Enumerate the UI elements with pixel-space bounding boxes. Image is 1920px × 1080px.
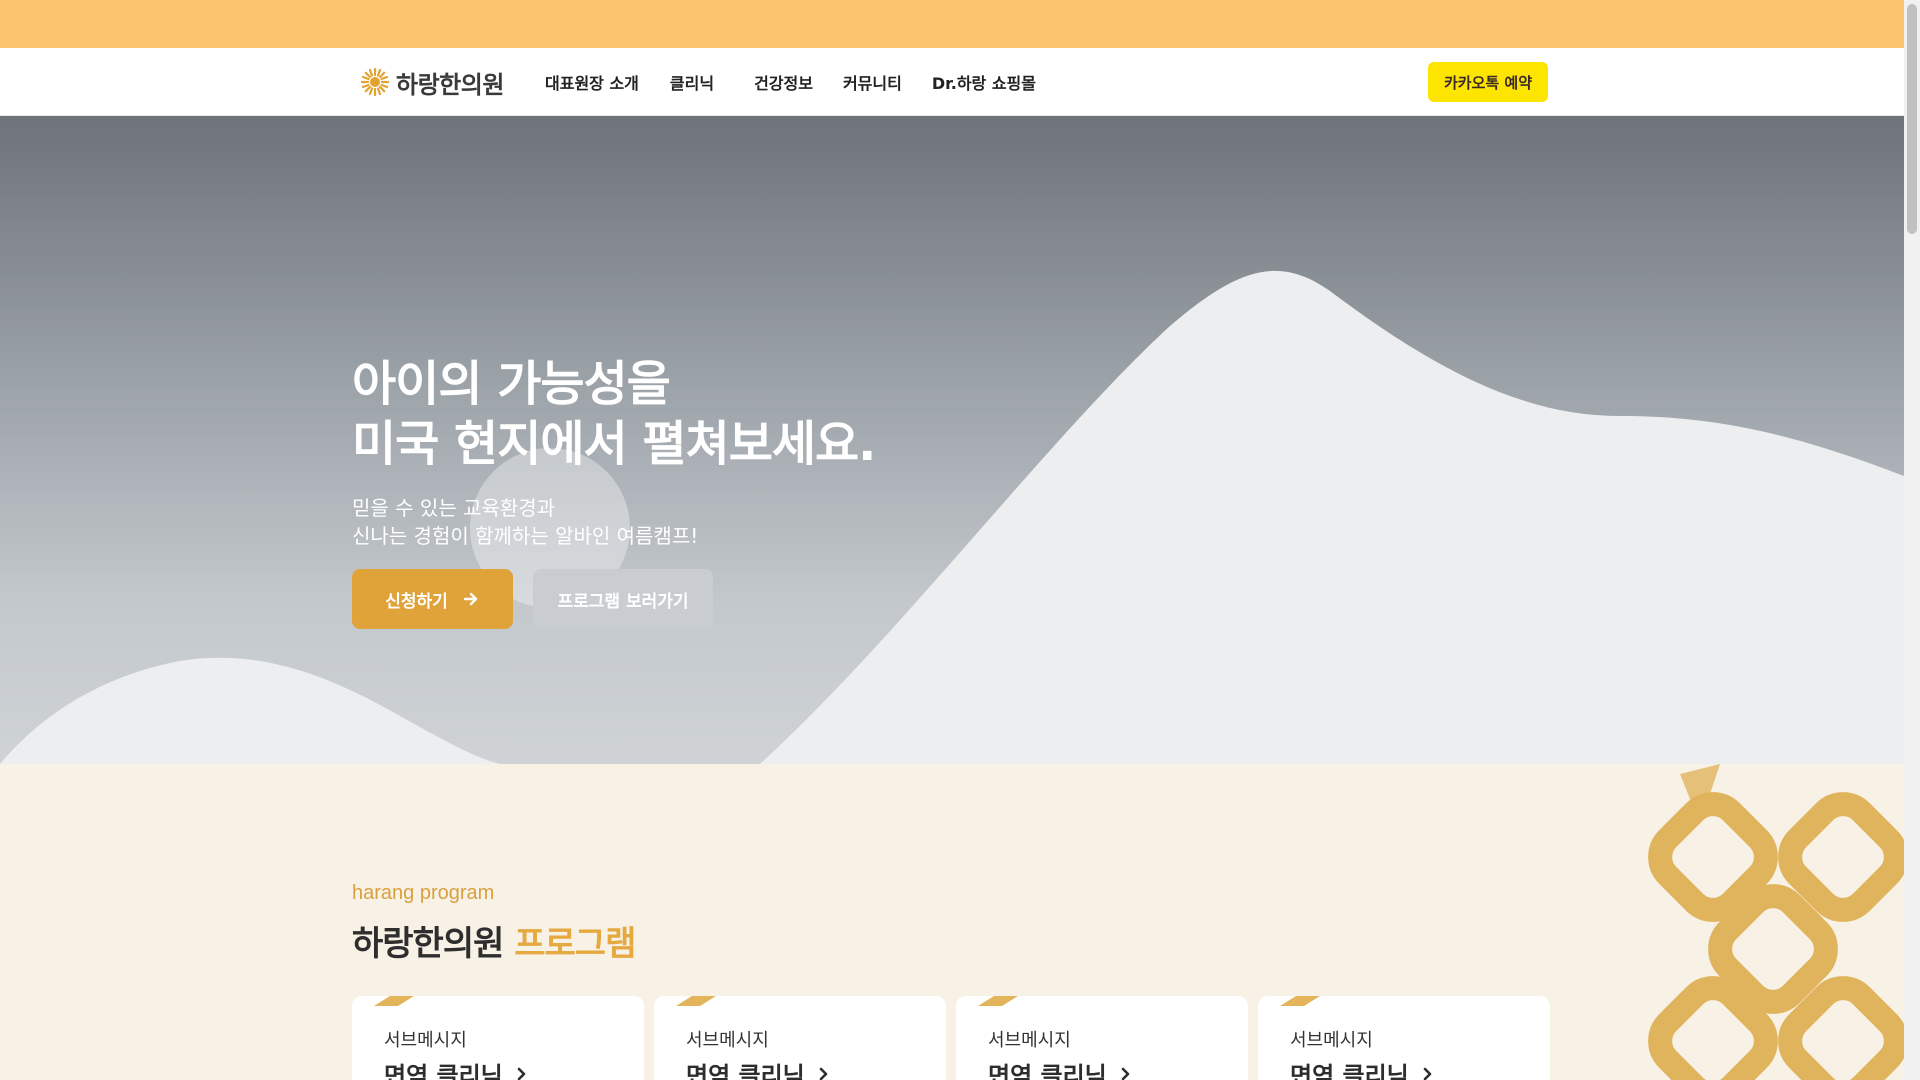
card-subtitle: 서브메시지 — [686, 1030, 769, 1051]
card-tab-decoration — [676, 996, 716, 1006]
site-header: 하랑한의원 대표원장 소개 클리닉 건강정보 커뮤니티 Dr.하랑 쇼핑몰 카카… — [0, 48, 1904, 116]
section-title: 하랑한의원 프로그램 — [352, 916, 636, 965]
card-title: 면역 클리닉 — [384, 1056, 527, 1080]
logo[interactable]: 하랑한의원 — [360, 64, 504, 100]
section-kicker: harang program — [352, 882, 495, 904]
card-title-text: 면역 클리닉 — [686, 1062, 805, 1080]
hero-title: 아이의 가능성을 미국 현지에서 펼쳐보세요. — [352, 354, 876, 474]
program-card[interactable]: 서브메시지 면역 클리닉 — [1258, 996, 1550, 1080]
apply-button-label: 신청하기 — [385, 591, 448, 612]
hero-sub-line1: 믿을 수 있는 교육환경과 — [352, 496, 556, 520]
section-title-main: 하랑한의원 — [352, 924, 504, 964]
sunflower-logo-icon — [360, 67, 390, 97]
program-card-list: 서브메시지 면역 클리닉 서브메시지 면역 클리닉 서브메시지 면역 클리닉 서… — [352, 996, 1550, 1080]
hero-title-line2: 미국 현지에서 펼쳐보세요. — [352, 416, 876, 472]
top-banner — [0, 0, 1904, 48]
chevron-right-icon — [1423, 1067, 1432, 1080]
nav-item-shopping-mall[interactable]: Dr.하랑 쇼핑몰 — [932, 70, 1036, 94]
kakao-reservation-button[interactable]: 카카오톡 예약 — [1428, 62, 1548, 102]
section-title-accent: 프로그램 — [514, 924, 636, 964]
scrollbar-thumb[interactable] — [1907, 4, 1917, 234]
card-title: 면역 클리닉 — [1290, 1056, 1433, 1080]
nav-item-clinic[interactable]: 클리닉 — [670, 70, 714, 94]
chevron-right-icon — [819, 1067, 828, 1080]
main-nav: 대표원장 소개 클리닉 건강정보 커뮤니티 Dr.하랑 쇼핑몰 — [545, 70, 1036, 94]
card-title: 면역 클리닉 — [686, 1056, 829, 1080]
chevron-right-icon — [1121, 1067, 1130, 1080]
card-title-text: 면역 클리닉 — [988, 1062, 1107, 1080]
card-title: 면역 클리닉 — [988, 1056, 1131, 1080]
card-tab-decoration — [1280, 996, 1320, 1006]
chevron-right-icon — [517, 1067, 526, 1080]
program-section: harang program 하랑한의원 프로그램 서브메시지 면역 클리닉 서… — [0, 764, 1904, 1080]
hero-title-line1: 아이의 가능성을 — [352, 356, 671, 412]
apply-button[interactable]: 신청하기 — [352, 569, 513, 629]
arrow-right-icon — [463, 592, 477, 606]
page-scrollbar[interactable] — [1904, 0, 1920, 1080]
card-title-text: 면역 클리닉 — [384, 1062, 503, 1080]
nav-item-health-info[interactable]: 건강정보 — [754, 70, 813, 94]
hero-subtitle: 믿을 수 있는 교육환경과 신나는 경험이 함께하는 알바인 여름캠프! — [352, 494, 698, 550]
card-subtitle: 서브메시지 — [1290, 1030, 1373, 1051]
hero-sub-line2: 신나는 경험이 함께하는 알바인 여름캠프! — [352, 524, 699, 548]
card-subtitle: 서브메시지 — [384, 1030, 467, 1051]
view-program-button[interactable]: 프로그램 보러가기 — [533, 569, 713, 629]
hero-banner: 아이의 가능성을 미국 현지에서 펼쳐보세요. 믿을 수 있는 교육환경과 신나… — [0, 116, 1904, 764]
program-card[interactable]: 서브메시지 면역 클리닉 — [352, 996, 644, 1080]
program-card[interactable]: 서브메시지 면역 클리닉 — [654, 996, 946, 1080]
card-tab-decoration — [978, 996, 1018, 1006]
logo-text: 하랑한의원 — [396, 70, 504, 99]
card-tab-decoration — [374, 996, 414, 1006]
card-title-text: 면역 클리닉 — [1290, 1062, 1409, 1080]
card-subtitle: 서브메시지 — [988, 1030, 1071, 1051]
program-card[interactable]: 서브메시지 면역 클리닉 — [956, 996, 1248, 1080]
hero-background — [0, 270, 1904, 764]
nav-item-community[interactable]: 커뮤니티 — [843, 70, 902, 94]
nav-item-director[interactable]: 대표원장 소개 — [545, 70, 639, 94]
